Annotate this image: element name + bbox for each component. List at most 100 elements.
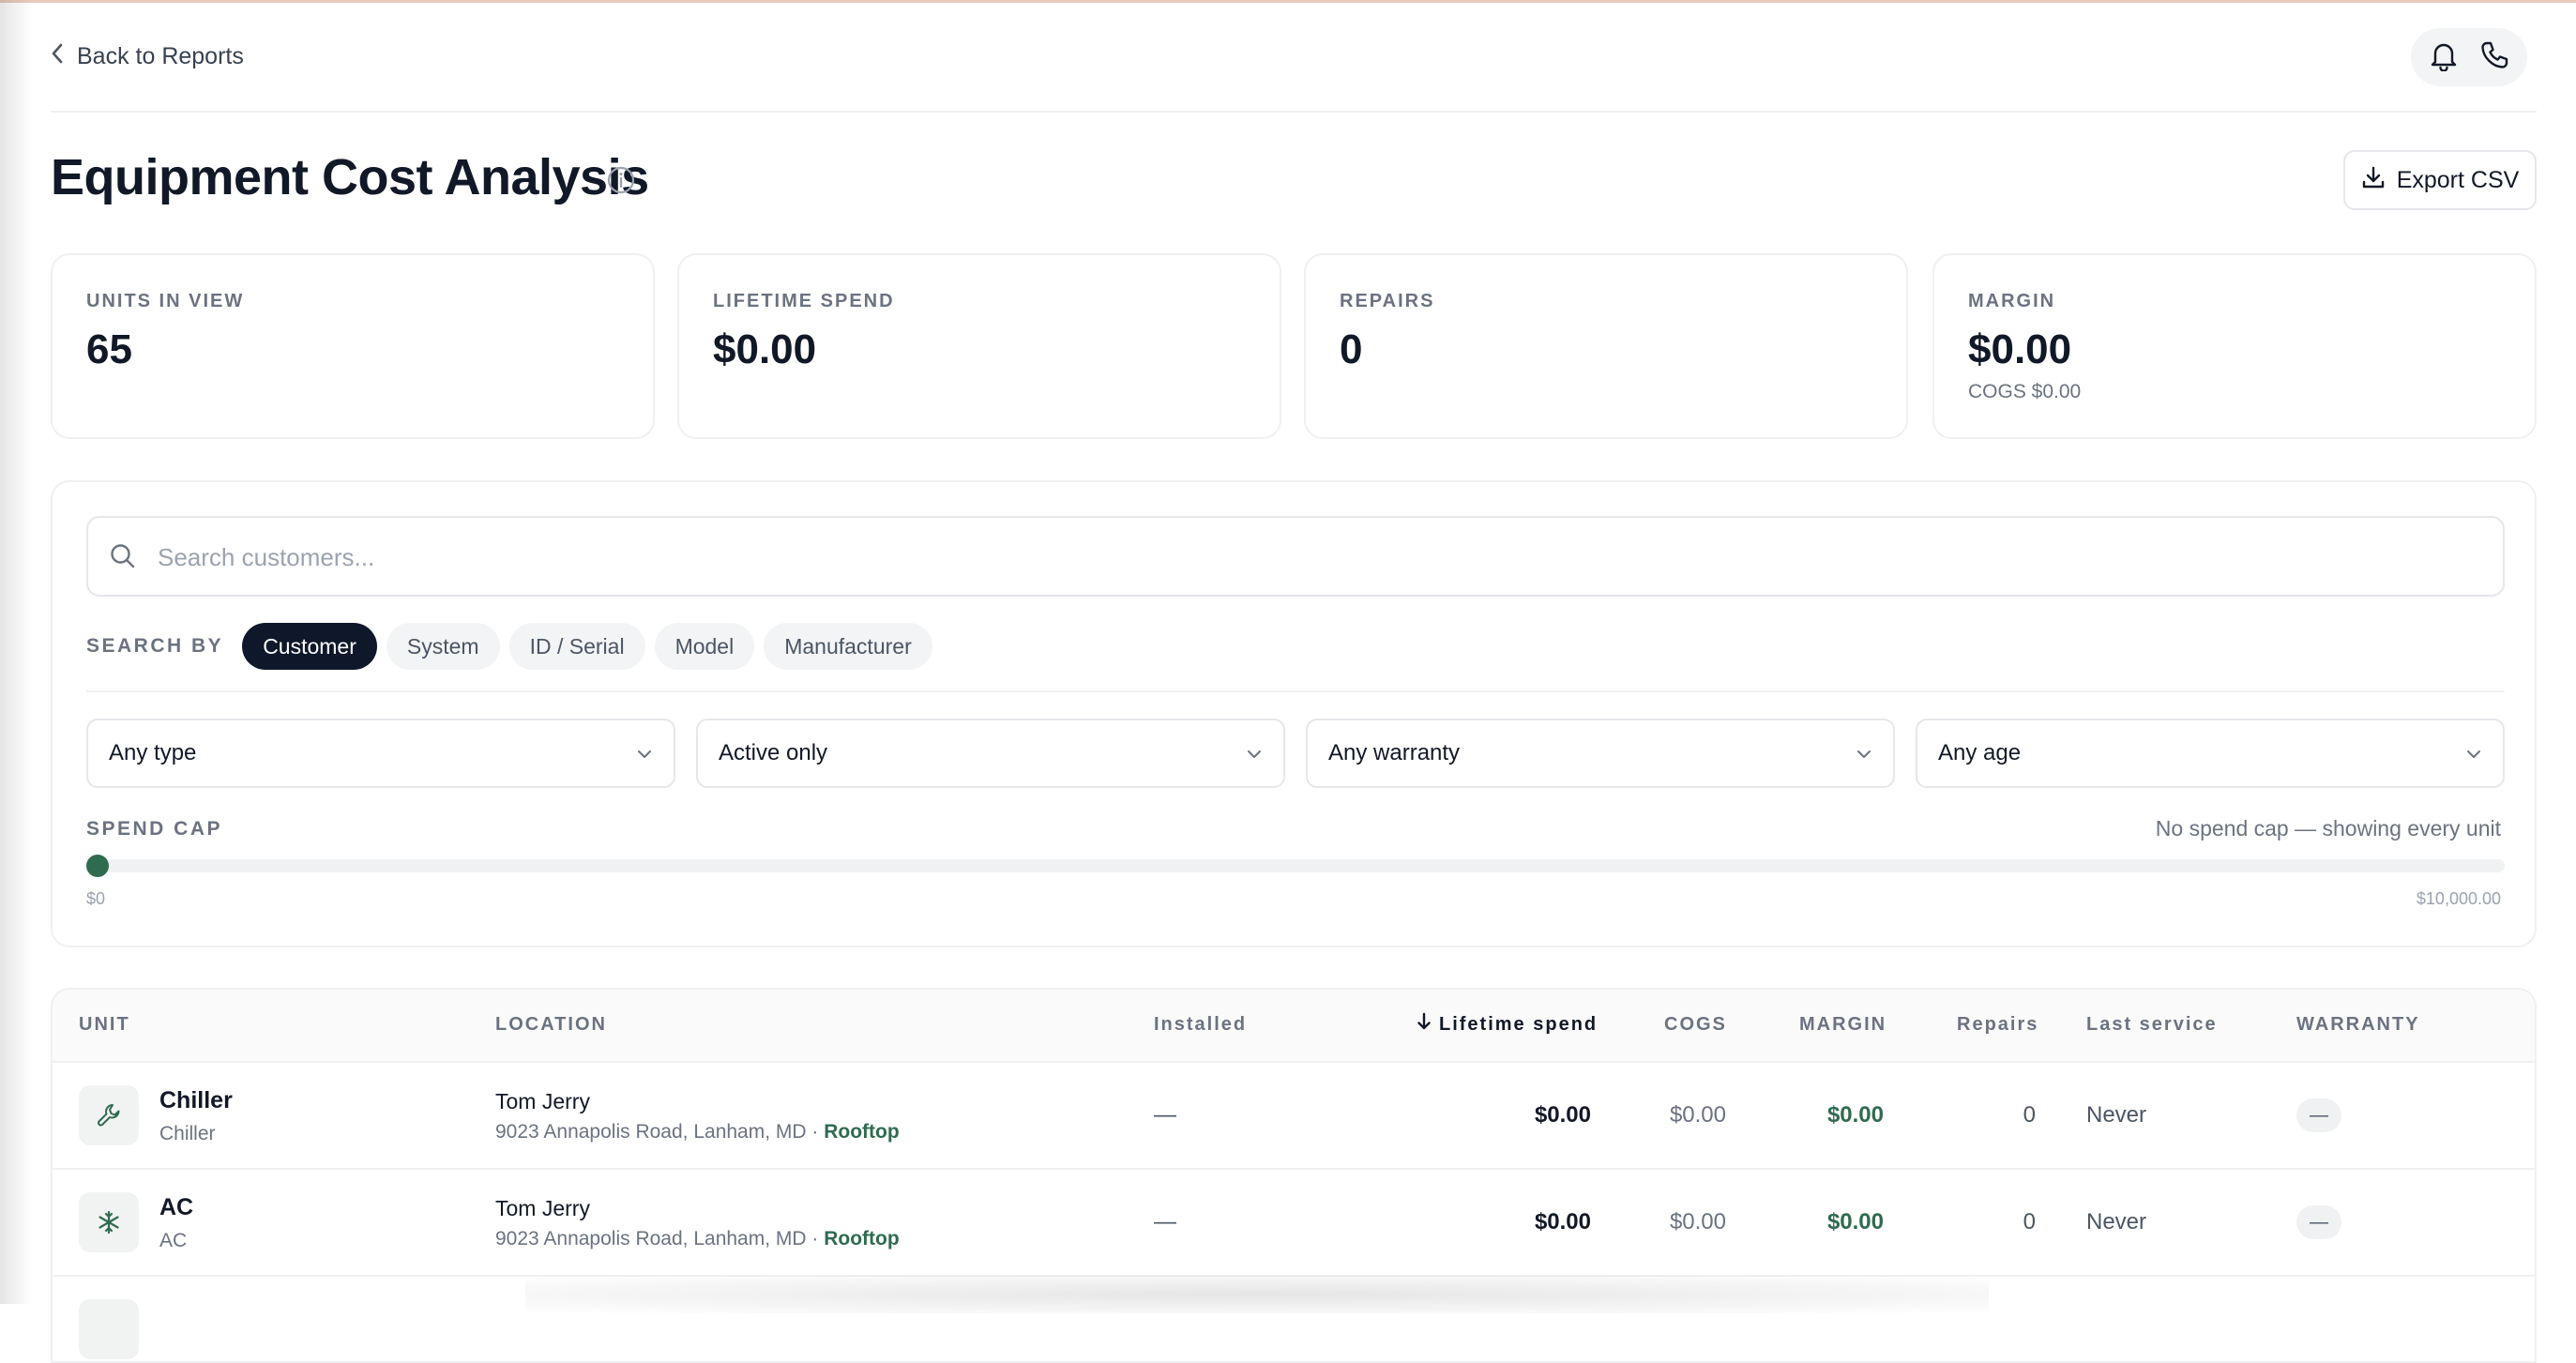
lifetime-spend-header-label: Lifetime spend [1439,1013,1599,1035]
header-actions [2411,28,2527,86]
age-select[interactable]: Any age [1916,719,2505,788]
stat-card-units: UNITS IN VIEW 65 [51,253,655,439]
back-to-reports-link[interactable]: Back to Reports [51,38,244,75]
unit-name[interactable]: Chiller [159,1087,233,1114]
stat-card-repairs: REPAIRS 0 [1304,253,1908,439]
status-select[interactable]: Active only [696,719,1285,788]
panel-divider [86,690,2505,692]
unit-type: Chiller [159,1123,216,1144]
location-tag: Rooftop [824,1228,900,1249]
location-address: 9023 Annapolis Road, Lanham, MD · Roofto… [495,1121,900,1143]
lifetime-spend-cell: $0.00 [1534,1209,1591,1234]
wrench-icon [79,1085,139,1145]
warranty-badge: — [2296,1205,2341,1239]
column-header-margin[interactable]: MARGIN [1799,1014,1887,1036]
info-icon[interactable] [606,165,636,200]
stat-value: $0.00 [713,326,817,372]
chevron-down-icon [636,740,653,766]
status-select-value: Active only [719,740,828,765]
cogs-cell: $0.00 [1669,1209,1726,1234]
arrow-down-icon [1417,1012,1432,1037]
table-row[interactable] [53,1275,2535,1361]
location-tag: Rooftop [824,1121,900,1143]
stat-value: $0.00 [1968,326,2072,372]
column-header-last-service[interactable]: Last service [2086,1014,2218,1036]
search-by-model-chip[interactable]: Model [654,623,755,670]
column-header-unit[interactable]: UNIT [79,1014,130,1036]
top-bar: Back to Reports [51,0,2537,113]
column-header-repairs[interactable]: Repairs [1957,1014,2038,1036]
warranty-badge: — [2296,1098,2341,1132]
margin-cell: $0.00 [1826,1209,1884,1234]
left-edge-shadow [0,0,32,1304]
warranty-select[interactable]: Any warranty [1306,719,1895,788]
search-by-customer-chip[interactable]: Customer [242,623,377,670]
filter-selects: Any type Active only Any warranty Any ag… [86,719,2505,788]
repairs-cell: 0 [2023,1209,2036,1234]
filter-panel: SEARCH BY Customer System ID / Serial Mo… [51,480,2537,947]
search-by-group: SEARCH BY Customer System ID / Serial Mo… [86,623,932,670]
search-by-system-chip[interactable]: System [386,623,500,670]
stat-value: 0 [1340,326,1363,372]
lifetime-spend-cell: $0.00 [1534,1102,1591,1128]
spend-cap-slider-thumb[interactable] [86,855,109,877]
column-header-cogs[interactable]: COGS [1664,1014,1727,1036]
unit-name[interactable]: AC [159,1194,193,1221]
type-select-value: Any type [109,740,197,765]
slider-min-label: $0 [86,889,106,908]
unit-type: AC [159,1230,188,1251]
stat-label: MARGIN [1968,291,2056,311]
address-text: 9023 Annapolis Road, Lanham, MD · [495,1228,825,1249]
repairs-cell: 0 [2023,1102,2036,1128]
search-input[interactable] [156,533,2467,582]
customer-name: Tom Jerry [495,1089,590,1113]
snowflake-icon [79,1192,139,1252]
stat-card-margin: MARGIN $0.00 COGS $0.00 [1932,253,2537,439]
spend-cap-slider[interactable] [86,855,2505,877]
type-select[interactable]: Any type [86,719,675,788]
page-title: Equipment Cost Analysis [51,149,649,205]
last-service-cell: Never [2086,1102,2147,1128]
equipment-table: UNIT LOCATION Installed Lifetime spend C… [51,988,2537,1363]
export-csv-button[interactable]: Export CSV [2343,150,2537,210]
stat-label: REPAIRS [1340,291,1435,311]
table-header: UNIT LOCATION Installed Lifetime spend C… [53,990,2535,1063]
back-link-label: Back to Reports [77,42,244,69]
stat-label: LIFETIME SPEND [713,291,895,311]
export-csv-label: Export CSV [2396,166,2520,193]
column-header-lifetime-spend[interactable]: Lifetime spend [1417,1012,1598,1037]
search-by-manufacturer-chip[interactable]: Manufacturer [764,623,932,670]
margin-cell: $0.00 [1826,1102,1884,1128]
stat-value: 65 [86,326,132,372]
title-row: Equipment Cost Analysis Export CSV [51,148,2537,223]
search-by-label: SEARCH BY [86,635,224,657]
stat-label: UNITS IN VIEW [86,291,245,311]
address-text: 9023 Annapolis Road, Lanham, MD · [495,1121,825,1143]
search-box [86,516,2505,597]
age-select-value: Any age [1938,740,2022,765]
chevron-left-icon [51,42,64,71]
column-header-warranty[interactable]: WARRANTY [2296,1014,2420,1036]
notifications-button[interactable] [2419,33,2468,82]
stat-card-lifetime-spend: LIFETIME SPEND $0.00 [677,253,1281,439]
slider-max-label: $10,000.00 [2416,889,2501,908]
spend-cap-note: No spend cap — showing every unit [2155,816,2501,841]
table-row[interactable]: Chiller Chiller Tom Jerry 9023 Annapolis… [53,1061,2535,1170]
installed-cell: — [1154,1102,1176,1128]
download-icon [2361,165,2386,196]
bell-icon [2429,39,2459,76]
table-row[interactable]: AC AC Tom Jerry 9023 Annapolis Road, Lan… [53,1168,2535,1277]
call-button[interactable] [2470,33,2519,82]
location-address: 9023 Annapolis Road, Lanham, MD · Roofto… [495,1228,900,1250]
installed-cell: — [1154,1209,1176,1234]
chevron-down-icon [2465,740,2482,766]
column-header-location[interactable]: LOCATION [495,1014,607,1036]
last-service-cell: Never [2086,1209,2147,1234]
warranty-select-value: Any warranty [1328,740,1461,765]
stat-sub-cogs: COGS $0.00 [1968,381,2082,402]
unit-icon [79,1299,139,1359]
column-header-installed[interactable]: Installed [1154,1014,1247,1036]
chevron-down-icon [1246,740,1263,766]
search-by-id-serial-chip[interactable]: ID / Serial [508,623,645,670]
stat-cards: UNITS IN VIEW 65 LIFETIME SPEND $0.00 RE… [51,253,2537,439]
